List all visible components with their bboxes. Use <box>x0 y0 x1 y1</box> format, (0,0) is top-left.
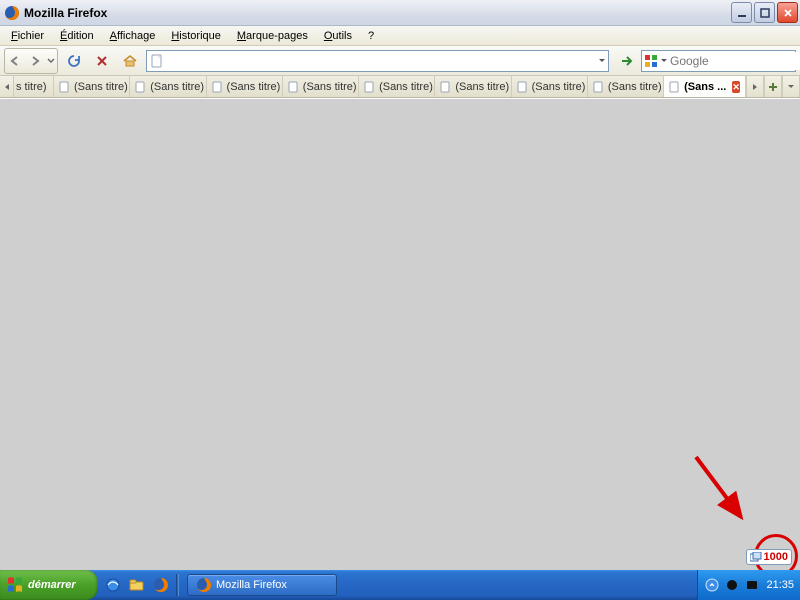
tab-label: (Sans titre) <box>227 81 281 93</box>
tab-item[interactable]: (Sans titre) <box>207 76 283 97</box>
stop-button[interactable] <box>90 49 114 73</box>
back-button[interactable] <box>5 49 25 73</box>
tray-expand-icon[interactable] <box>704 577 720 593</box>
page-icon <box>288 80 300 94</box>
menu-edition[interactable]: Édition <box>53 29 101 43</box>
tab-item[interactable]: (Sans titre) <box>130 76 206 97</box>
window-title: Mozilla Firefox <box>24 6 731 20</box>
nav-toolbar <box>0 46 800 76</box>
menu-outils[interactable]: Outils <box>317 29 359 43</box>
taskbar-button-firefox[interactable]: Mozilla Firefox <box>187 574 337 596</box>
tab-label: (Sans titre) <box>150 81 204 93</box>
tab-scroll-right[interactable] <box>746 76 764 97</box>
taskbar-button-label: Mozilla Firefox <box>216 579 287 591</box>
quicklaunch-firefox[interactable] <box>150 574 172 596</box>
menubar: Fichier Édition Affichage Historique Mar… <box>0 26 800 46</box>
tab-label: s titre) <box>16 81 47 93</box>
start-button[interactable]: démarrer <box>0 570 98 600</box>
search-bar[interactable] <box>641 50 796 72</box>
annotation-count: 1000 <box>764 551 788 563</box>
tab-item[interactable]: (Sans titre) <box>359 76 435 97</box>
close-button[interactable] <box>777 2 798 23</box>
page-content <box>0 98 800 570</box>
firefox-icon <box>4 5 20 21</box>
new-tab-button[interactable] <box>764 76 782 97</box>
page-icon <box>593 80 605 94</box>
tab-item[interactable]: (Sans titre) <box>283 76 359 97</box>
page-icon <box>135 80 147 94</box>
quick-launch <box>98 570 185 600</box>
search-input[interactable] <box>670 52 800 70</box>
menu-help[interactable]: ? <box>361 29 381 43</box>
tab-label: (Sans titre) <box>379 81 433 93</box>
taskbar: démarrer Mozilla Firefox 21:35 <box>0 570 800 600</box>
tab-label: (Sans titre) <box>608 81 662 93</box>
tab-list-button[interactable] <box>782 76 800 97</box>
reload-button[interactable] <box>62 49 86 73</box>
tab-item[interactable]: (Sans titre) <box>435 76 511 97</box>
taskbar-clock[interactable]: 21:35 <box>764 579 794 591</box>
windows-logo-icon <box>6 576 24 594</box>
maximize-button[interactable] <box>754 2 775 23</box>
page-icon <box>212 80 224 94</box>
page-icon <box>149 53 165 69</box>
url-bar[interactable] <box>146 50 609 72</box>
menu-marquepages[interactable]: Marque-pages <box>230 29 315 43</box>
tabs-count-icon <box>750 552 762 562</box>
tab-label: (Sans titre) <box>532 81 586 93</box>
menu-affichage[interactable]: Affichage <box>103 29 163 43</box>
page-icon <box>517 80 529 94</box>
tab-close-icon[interactable]: ✕ <box>732 81 740 93</box>
quicklaunch-separator <box>176 574 179 596</box>
page-icon <box>440 80 452 94</box>
quicklaunch-folder[interactable] <box>126 574 148 596</box>
menu-fichier[interactable]: Fichier <box>4 29 51 43</box>
tabstrip: s titre) (Sans titre) (Sans titre) (Sans… <box>0 76 800 98</box>
tab-item[interactable]: (Sans titre) <box>512 76 588 97</box>
url-dropdown-icon[interactable] <box>598 57 606 65</box>
firefox-icon <box>196 577 212 593</box>
page-icon <box>59 80 71 94</box>
search-engine-dropdown[interactable] <box>660 57 668 65</box>
window-titlebar: Mozilla Firefox <box>0 0 800 26</box>
tab-item[interactable]: (Sans titre) <box>588 76 664 97</box>
page-icon <box>669 80 681 94</box>
tab-item-active[interactable]: (Sans ... ✕ <box>664 76 746 97</box>
home-button[interactable] <box>118 49 142 73</box>
system-tray: 21:35 <box>697 570 800 600</box>
tray-icon-generic[interactable] <box>724 577 740 593</box>
search-engine-icon[interactable] <box>644 53 658 69</box>
tab-item[interactable]: (Sans titre) <box>54 76 130 97</box>
tab-overflow-first[interactable]: s titre) <box>14 76 54 97</box>
url-input[interactable] <box>167 52 598 70</box>
tab-label: (Sans titre) <box>303 81 357 93</box>
tray-icon-generic[interactable] <box>744 577 760 593</box>
minimize-button[interactable] <box>731 2 752 23</box>
forward-button[interactable] <box>25 49 45 73</box>
tab-label: (Sans titre) <box>74 81 128 93</box>
tab-label: (Sans ... <box>684 81 726 93</box>
page-icon <box>364 80 376 94</box>
quicklaunch-ie[interactable] <box>102 574 124 596</box>
annotation-count-bubble: 1000 <box>746 549 792 565</box>
tab-label: (Sans titre) <box>455 81 509 93</box>
nav-history-dropdown[interactable] <box>45 49 57 73</box>
start-label: démarrer <box>28 579 76 591</box>
tab-scroll-left[interactable] <box>0 76 14 97</box>
go-button[interactable] <box>617 51 637 71</box>
menu-historique[interactable]: Historique <box>164 29 228 43</box>
